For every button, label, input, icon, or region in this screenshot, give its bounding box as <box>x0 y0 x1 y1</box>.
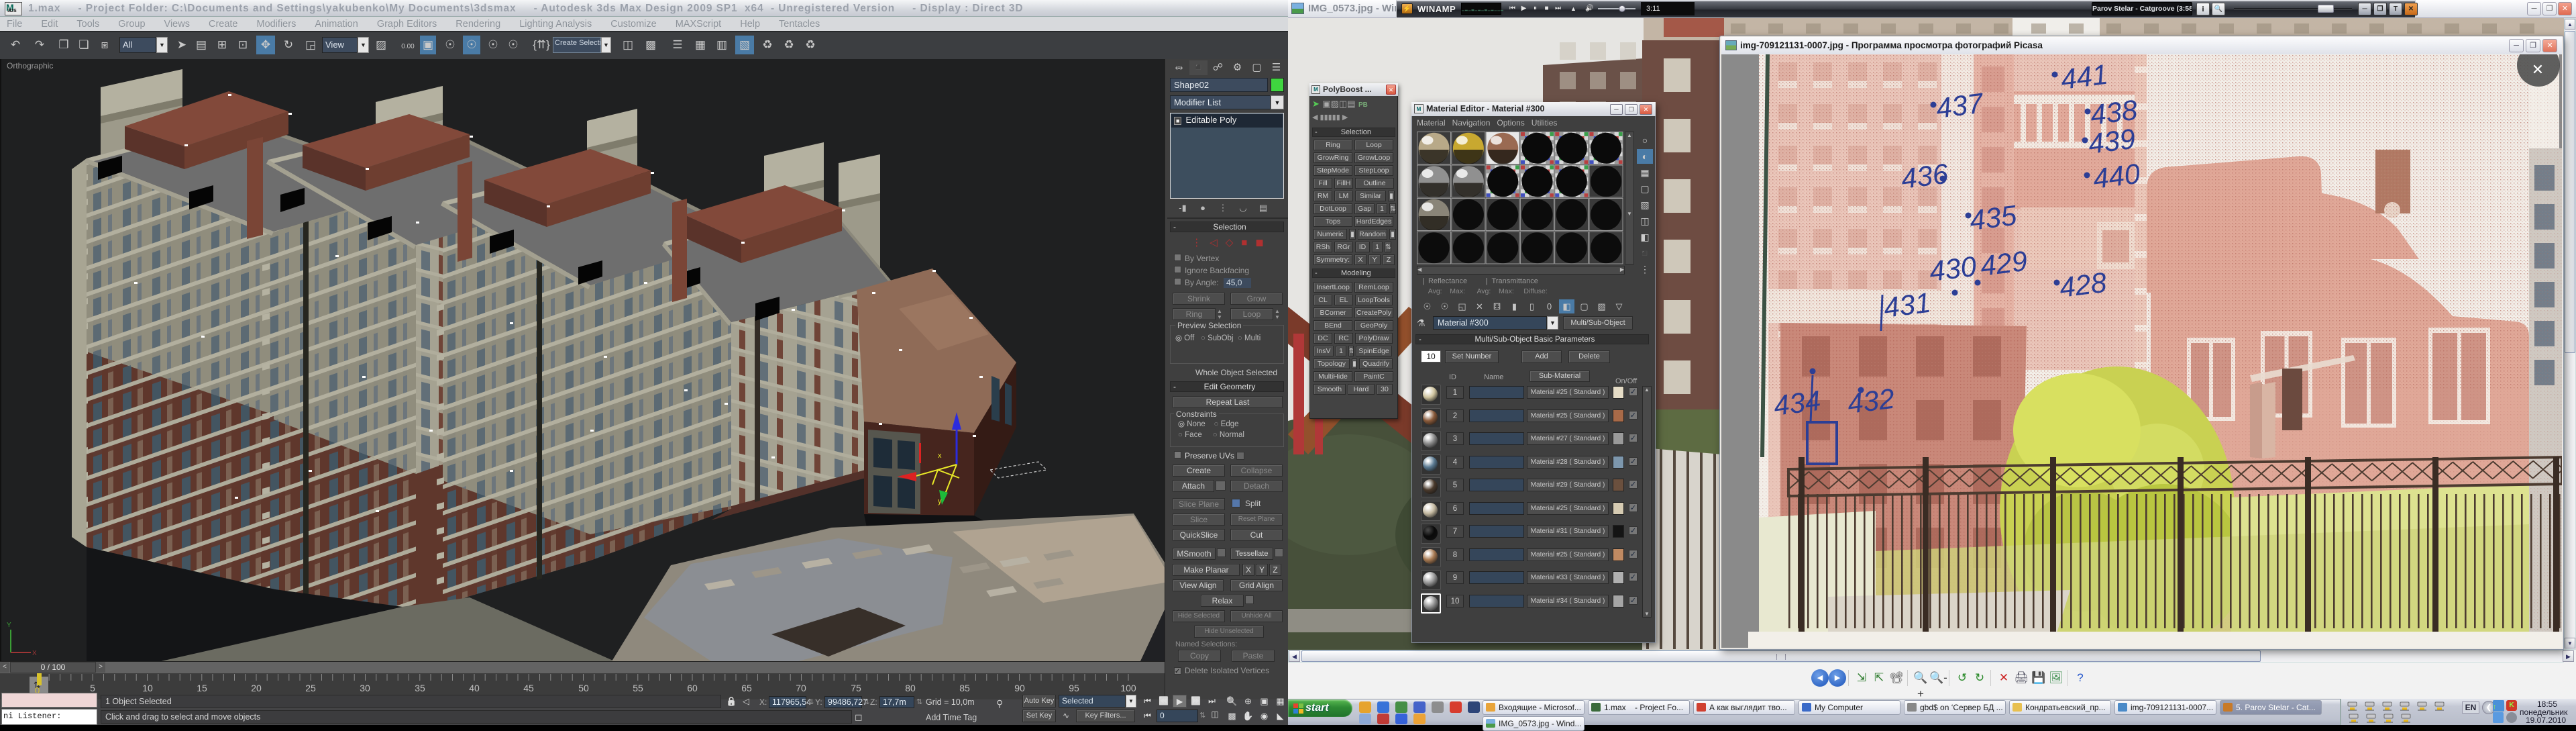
svg-text:439: 439 <box>2086 123 2137 160</box>
svg-text:100: 100 <box>1120 683 1136 693</box>
svg-text:431: 431 <box>1882 287 1932 324</box>
svg-text:45: 45 <box>523 683 534 693</box>
svg-text:30: 30 <box>360 683 370 693</box>
svg-text:75: 75 <box>851 683 861 693</box>
svg-text:y: y <box>938 497 942 505</box>
svg-text:434: 434 <box>1772 385 1822 422</box>
svg-text:437: 437 <box>1934 87 1986 124</box>
svg-text:35: 35 <box>415 683 425 693</box>
svg-text:55: 55 <box>633 683 643 693</box>
svg-text:85: 85 <box>959 683 970 693</box>
svg-text:20: 20 <box>251 683 262 693</box>
svg-text:25: 25 <box>305 683 316 693</box>
svg-text:15: 15 <box>197 683 207 693</box>
svg-text:432: 432 <box>1845 383 1896 420</box>
svg-text:80: 80 <box>905 683 916 693</box>
svg-text:Y: Y <box>7 622 11 629</box>
svg-text:90: 90 <box>1014 683 1025 693</box>
svg-text:X: X <box>32 650 37 657</box>
svg-text:60: 60 <box>687 683 698 693</box>
svg-text:Orthographic: Orthographic <box>7 61 53 70</box>
svg-text:435: 435 <box>1968 199 2019 236</box>
svg-text:441: 441 <box>2059 58 2109 95</box>
svg-text:428: 428 <box>2057 266 2108 303</box>
svg-text:440: 440 <box>2091 158 2142 195</box>
svg-text:430: 430 <box>1927 250 1978 287</box>
svg-text:70: 70 <box>796 683 806 693</box>
svg-text:5: 5 <box>90 683 95 693</box>
svg-text:50: 50 <box>578 683 589 693</box>
svg-text:95: 95 <box>1069 683 1079 693</box>
svg-text:✕: ✕ <box>2532 61 2544 78</box>
svg-text:429: 429 <box>1978 245 2029 282</box>
svg-text:10: 10 <box>142 683 153 693</box>
svg-text:x: x <box>938 452 942 460</box>
svg-text:65: 65 <box>741 683 752 693</box>
svg-text:40: 40 <box>469 683 480 693</box>
